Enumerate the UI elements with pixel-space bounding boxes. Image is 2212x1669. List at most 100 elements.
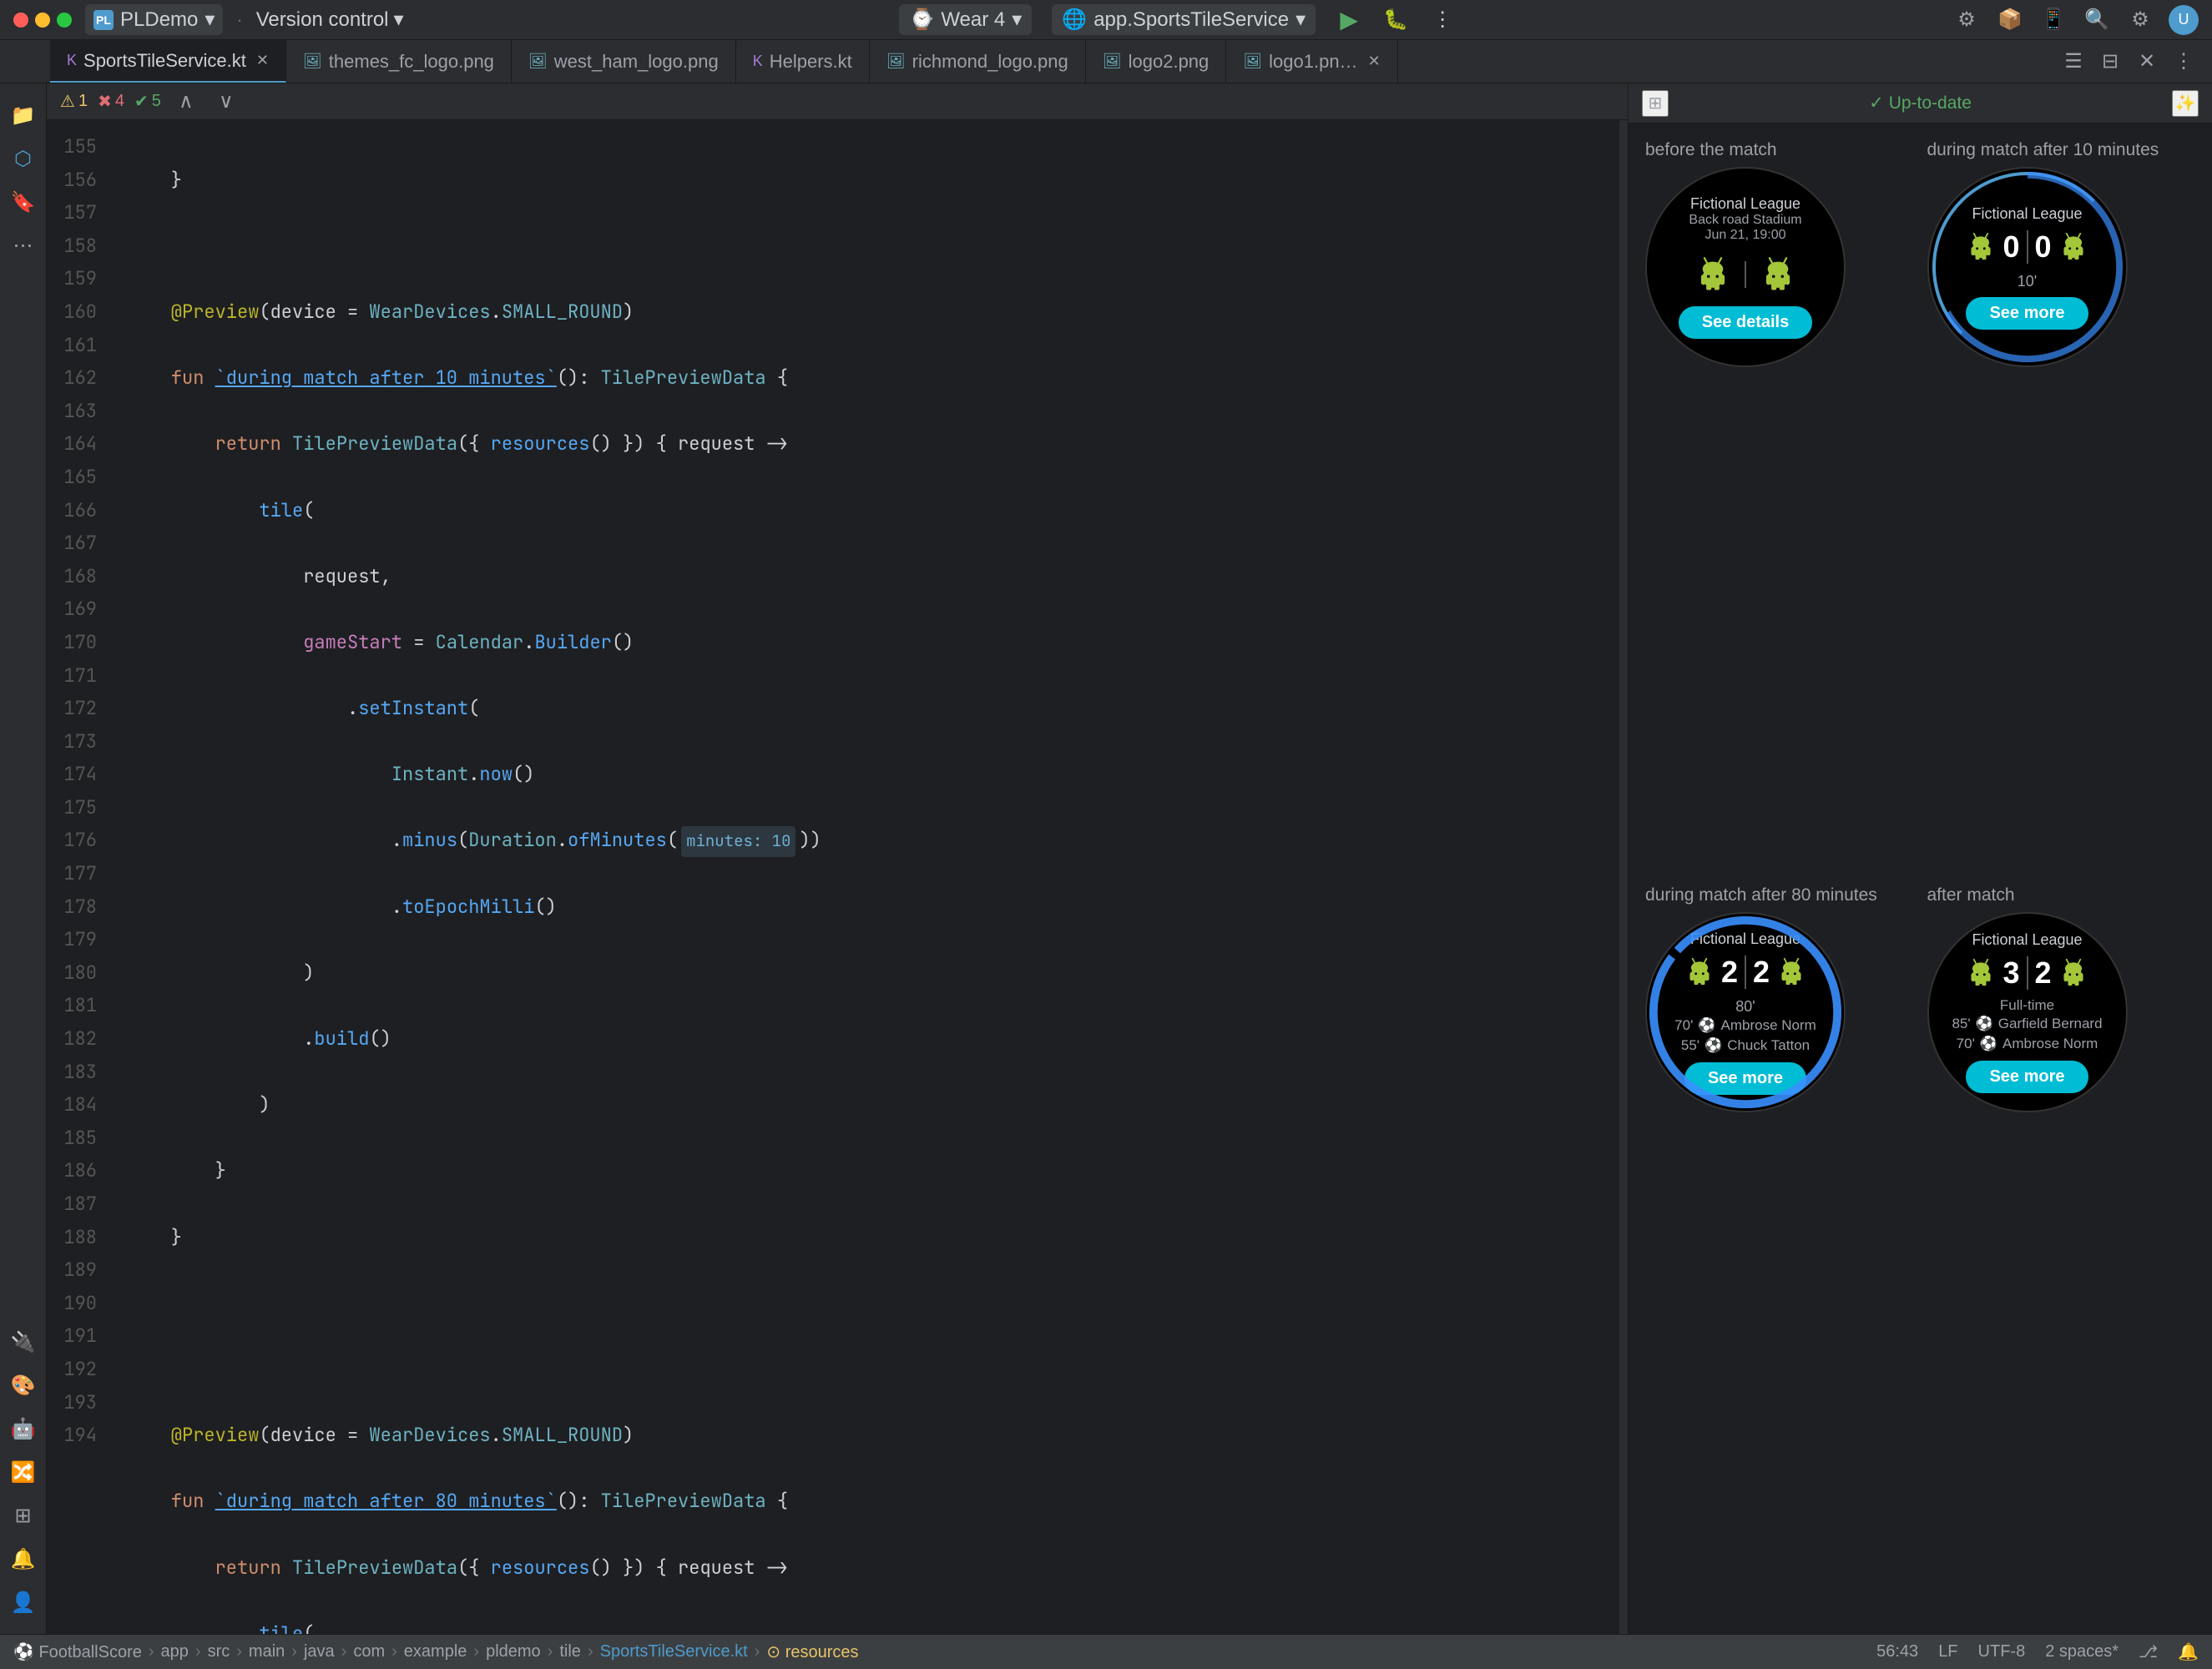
breadcrumb-src: src: [208, 1642, 230, 1661]
breadcrumb-app: app: [161, 1642, 189, 1661]
sidebar-item-bookmarks[interactable]: 🔖: [5, 184, 42, 220]
tab-logo2[interactable]: 🖼 logo2.png: [1086, 40, 1227, 83]
tab-richmond-logo[interactable]: 🖼 richmond_logo.png: [870, 40, 1086, 83]
editor-content: 155 156 157 158 159 160 161 162 163 164 …: [47, 120, 1628, 1634]
close-button[interactable]: [13, 13, 28, 28]
sidebar-item-terminal[interactable]: ⊞: [5, 1497, 42, 1534]
sdk-manager-icon[interactable]: 📦: [1995, 5, 2025, 35]
version-control-label: Version control: [256, 8, 389, 32]
sidebar-item-project[interactable]: 📁: [5, 97, 42, 134]
wear-device-selector[interactable]: ⌚ Wear 4 ▾: [899, 4, 1032, 35]
wf-scorer-2-after: 70' ⚽ Ambrose Norm: [1957, 1036, 2098, 1052]
tab-bar: K SportsTileService.kt ✕ 🖼 themes_fc_log…: [0, 40, 2212, 83]
settings-icon[interactable]: ⚙: [2125, 5, 2155, 35]
split-editor-icon[interactable]: ⊟: [2095, 47, 2125, 77]
breadcrumb-sep: ›: [195, 1642, 201, 1661]
home-team-logo: [1694, 256, 1731, 293]
indent: 2 spaces*: [2045, 1642, 2119, 1661]
tab-close-icon[interactable]: ✕: [256, 52, 269, 69]
tab-SportsTileService[interactable]: K SportsTileService.kt ✕: [50, 40, 286, 83]
sidebar-item-palette[interactable]: 🎨: [5, 1367, 42, 1404]
wear-label: Wear 4: [941, 8, 1005, 32]
scorer-time: 85': [1952, 1016, 1970, 1032]
see-more-button-after[interactable]: See more: [1966, 1061, 2088, 1093]
magic-icon[interactable]: ✨: [2172, 90, 2199, 117]
preview-label-before-match: before the match: [1645, 140, 1914, 160]
watch-icon: ⌚: [909, 8, 934, 32]
see-details-button[interactable]: See details: [1679, 306, 1813, 339]
tab-bar-actions: ☰ ⊟ ✕ ⋮: [2058, 40, 2212, 83]
breadcrumb-pldemo: pldemo: [486, 1642, 541, 1661]
run-manager-icon[interactable]: ⚙: [1952, 5, 1982, 35]
wf-score-after: 3 2: [2002, 956, 2051, 991]
run-button[interactable]: ▶: [1336, 7, 1362, 33]
minimize-button[interactable]: [35, 13, 50, 28]
code-editor[interactable]: } @Preview(device = WearDevices.SMALL_RO…: [114, 120, 1619, 1634]
wf-league: Fictional League: [1690, 195, 1800, 213]
close-editor-icon[interactable]: ✕: [2132, 47, 2162, 77]
sidebar-item-profile[interactable]: 👤: [5, 1584, 42, 1621]
preview-content: before the match Fictional League Back r…: [1629, 124, 2212, 1634]
tab-logo1[interactable]: 🖼 logo1.pn… ✕: [1226, 40, 1397, 83]
editor-scrollbar[interactable]: [1619, 120, 1628, 1634]
service-selector[interactable]: 🌐 app.SportsTileService ▾: [1052, 4, 1316, 35]
up-to-date-label: Up-to-date: [1889, 93, 1972, 113]
sidebar-item-git[interactable]: 🔀: [5, 1454, 42, 1490]
editor-badges: ⚠ 1 ✖ 4 ✔ 5 ∧ ∨: [60, 87, 241, 117]
tab-label: richmond_logo.png: [912, 51, 1068, 73]
sidebar-item-plugins[interactable]: 🔌: [5, 1324, 42, 1360]
sidebar-item-notifications[interactable]: 🔔: [5, 1540, 42, 1577]
wf-teams: [1694, 256, 1796, 293]
tab-label: west_ham_logo.png: [554, 51, 719, 73]
preview-layout-icon[interactable]: ⊞: [1642, 90, 1669, 117]
sidebar-item-android[interactable]: 🤖: [5, 1410, 42, 1447]
tab-themes-fc-logo[interactable]: 🖼 themes_fc_logo.png: [286, 40, 512, 83]
scorer-time: 70': [1957, 1036, 1975, 1052]
tab-close-icon[interactable]: ✕: [1368, 53, 1381, 70]
search-icon[interactable]: 🔍: [2082, 5, 2112, 35]
watch-face-during-10: Fictional League: [1927, 167, 2128, 367]
arc-svg-80: [1647, 914, 1844, 1111]
sidebar-left: 📁 ⬡ 🔖 ⋯ 🔌 🎨 🤖 🔀 ⊞ 🔔 👤: [0, 83, 47, 1634]
scorer-name: Ambrose Norm: [2002, 1036, 2098, 1052]
warning-count: 1: [78, 92, 88, 111]
tab-label: themes_fc_logo.png: [329, 51, 494, 73]
avatar[interactable]: U: [2169, 5, 2199, 35]
breadcrumb: ⚽ FootballScore › app › src › main › jav…: [13, 1641, 1866, 1662]
wf-fulltime: Full-time: [2000, 997, 2054, 1014]
tab-label: Helpers.kt: [770, 51, 852, 73]
project-selector[interactable]: PL PLDemo ▾: [85, 4, 223, 35]
tab-helpers[interactable]: K Helpers.kt: [736, 40, 870, 83]
warning-badge: ⚠ 1: [60, 91, 88, 112]
version-control-selector[interactable]: Version control ▾: [256, 8, 404, 32]
away-team-logo: [1760, 256, 1796, 293]
image-file-icon: 🖼: [1243, 53, 1262, 70]
project-name-label: PLDemo: [120, 8, 198, 32]
collapse-icon[interactable]: ∨: [211, 87, 241, 117]
tab-west-ham-logo[interactable]: 🖼 west_ham_logo.png: [512, 40, 736, 83]
preview-cell-after-match: after match Fictional League: [1927, 885, 2196, 1617]
dot-icon: ⚽: [1976, 1016, 1993, 1032]
score-sep: [2027, 956, 2028, 990]
breadcrumb-symbol: ⊙ resources: [766, 1641, 858, 1662]
maximize-button[interactable]: [57, 13, 72, 28]
chevron-down-icon: ▾: [205, 8, 215, 32]
service-label: app.SportsTileService: [1093, 8, 1289, 32]
breadcrumb-example: example: [404, 1642, 467, 1661]
more-run-options-button[interactable]: ⋮: [1429, 7, 1456, 33]
sidebar-item-more[interactable]: ⋯: [5, 227, 42, 264]
more-tabs-icon[interactable]: ⋮: [2169, 47, 2199, 77]
breadcrumb-sep: ›: [588, 1642, 593, 1661]
image-file-icon: 🖼: [1103, 53, 1122, 70]
sidebar-item-structure[interactable]: ⬡: [5, 140, 42, 177]
ok-badge: ✔ 5: [134, 91, 161, 112]
device-manager-icon[interactable]: 📱: [2038, 5, 2068, 35]
score-home: 3: [2002, 956, 2019, 991]
encoding: UTF-8: [1978, 1642, 2026, 1661]
preview-header: ⊞ ✓ Up-to-date ✨: [1629, 83, 2212, 124]
expand-icon[interactable]: ∧: [171, 87, 201, 117]
project-icon: PL: [93, 10, 114, 30]
wf-venue: Back road Stadium: [1689, 213, 1801, 228]
tab-list-icon[interactable]: ☰: [2058, 47, 2088, 77]
debug-button[interactable]: 🐛: [1382, 7, 1409, 33]
